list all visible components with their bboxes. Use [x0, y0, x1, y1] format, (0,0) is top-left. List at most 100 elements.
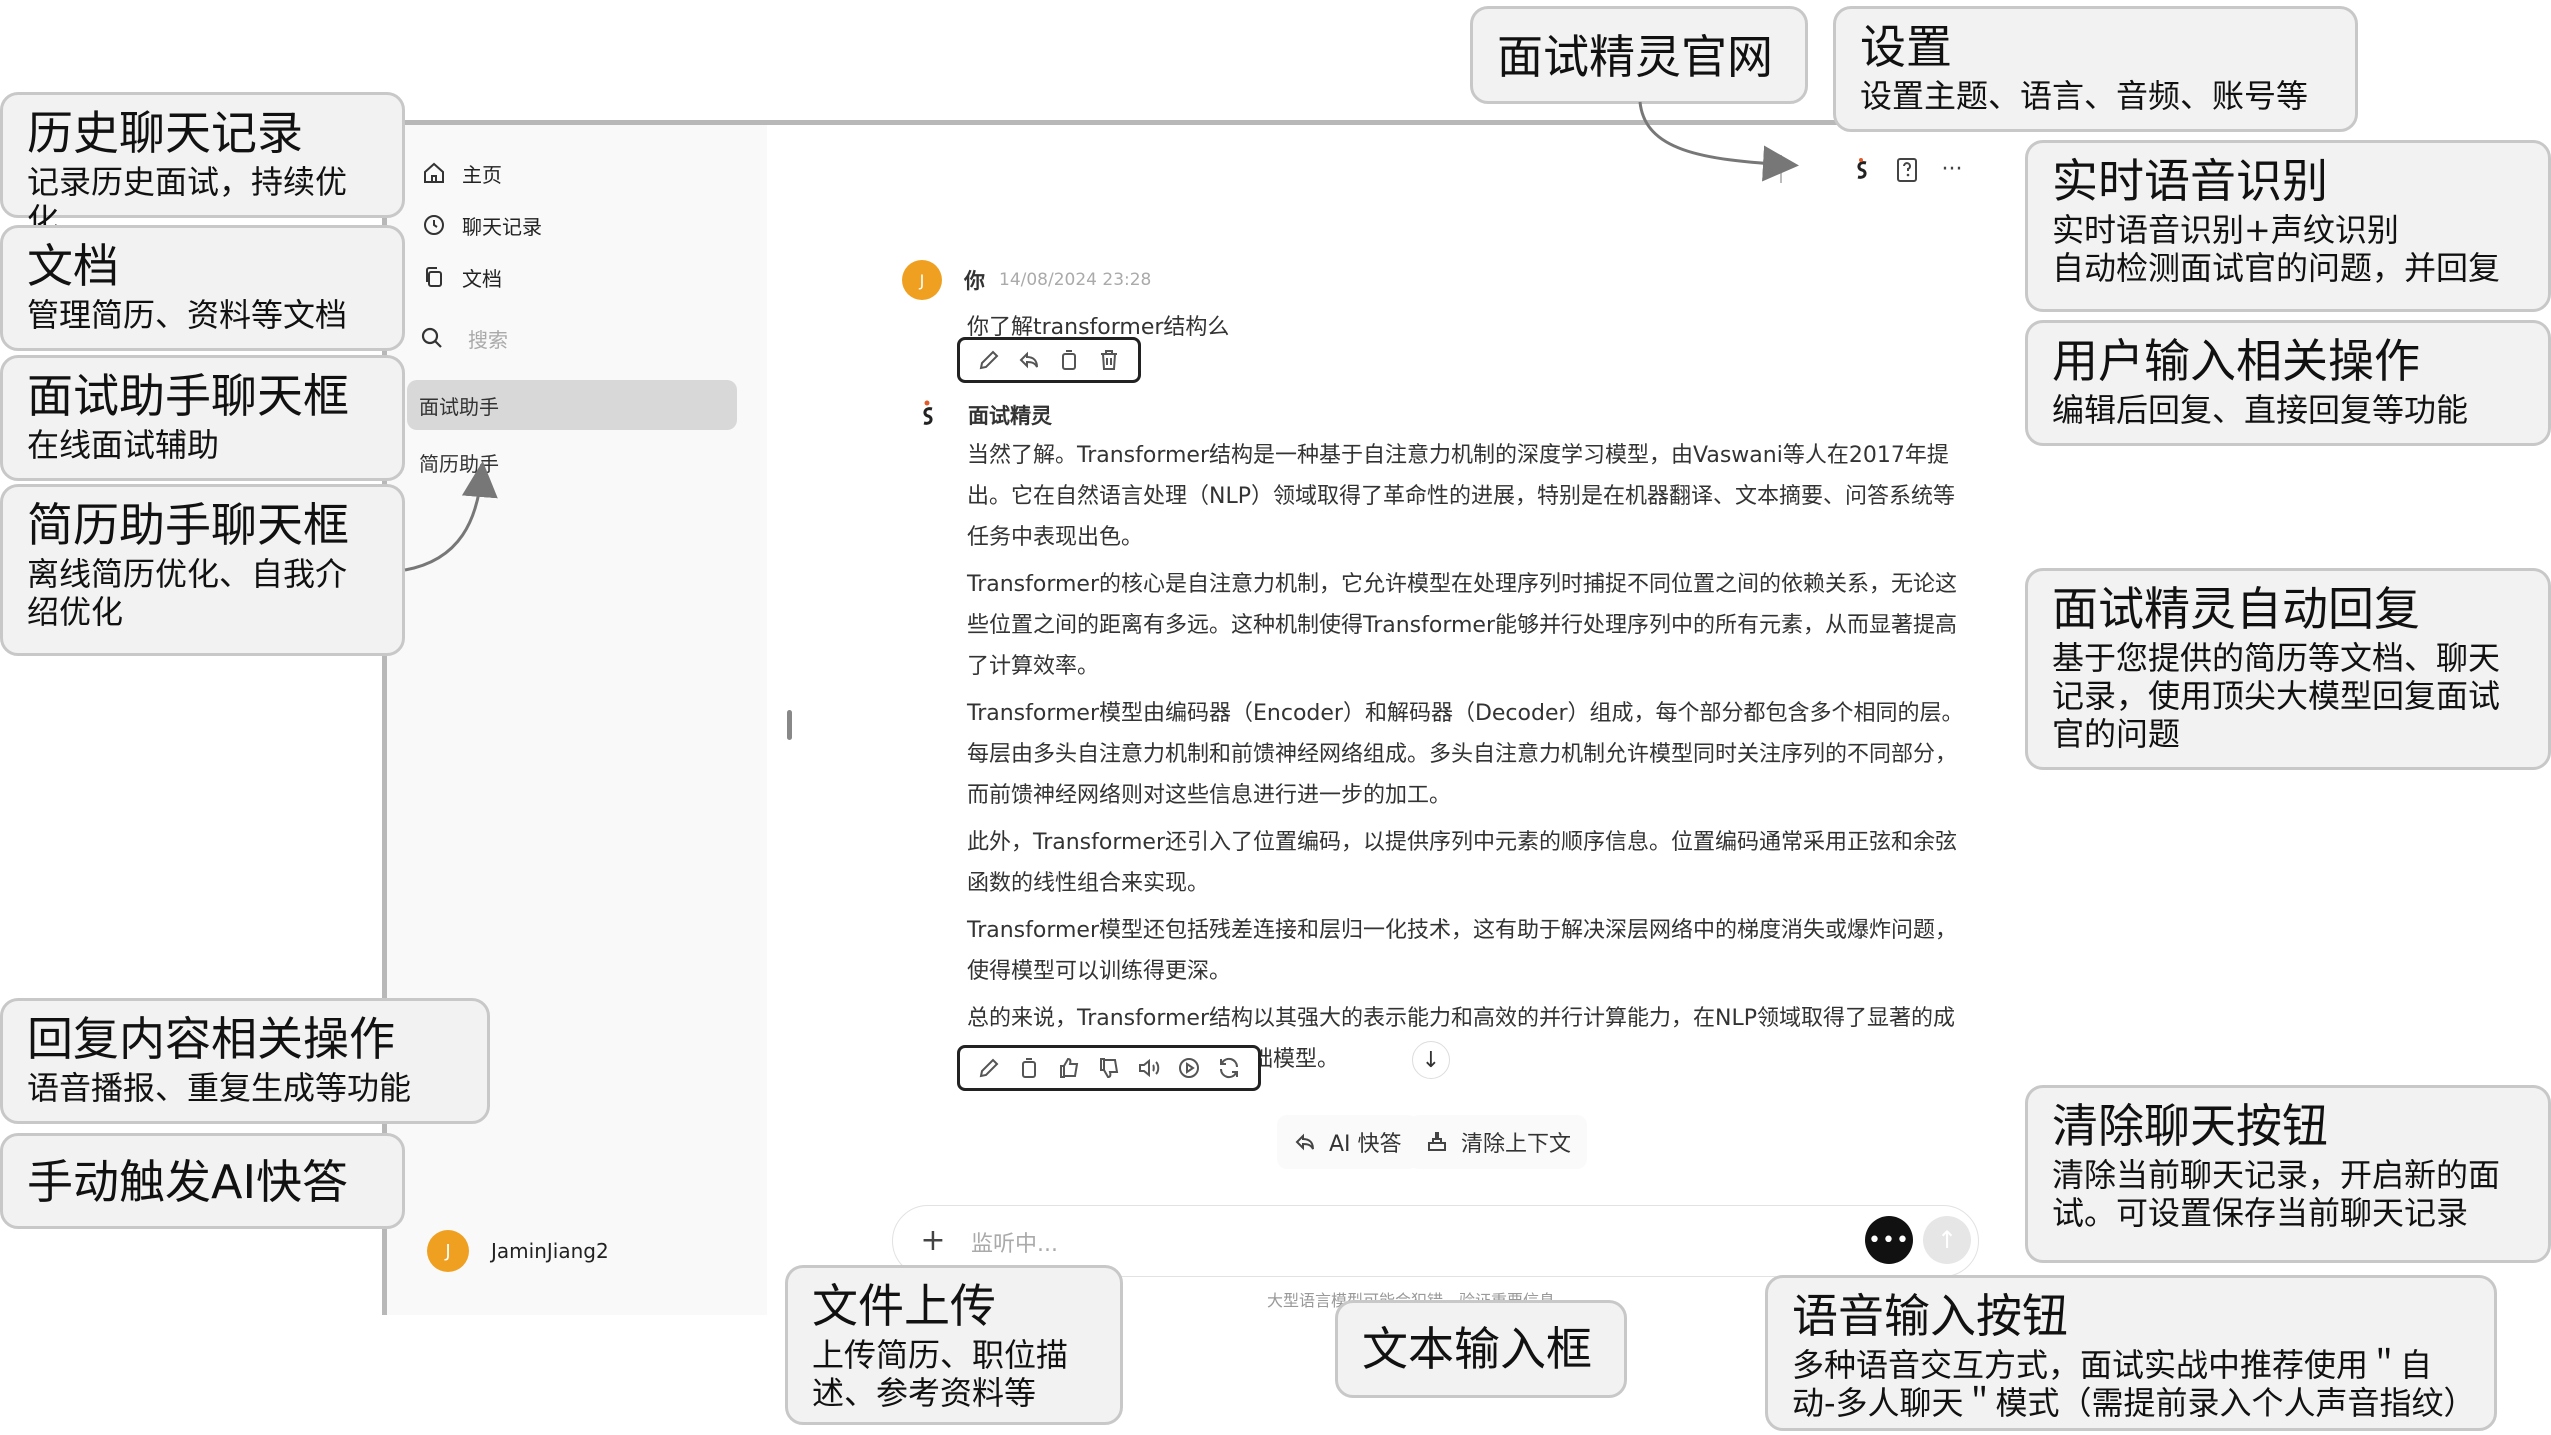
copy-icon[interactable]	[1016, 1055, 1042, 1081]
nav-home[interactable]: 主页	[422, 153, 502, 193]
callout-desc: 上传简历、职位描述、参考资料等	[812, 1336, 1069, 1412]
nav-documents-label: 文档	[462, 266, 502, 291]
regenerate-icon[interactable]	[1216, 1055, 1242, 1081]
chat-entry-resume[interactable]: 简历助手	[407, 437, 737, 487]
search-icon	[421, 327, 442, 348]
reply-paragraph: 此外，Transformer还引入了位置编码，以提供序列中元素的顺序信息。位置编…	[967, 830, 1958, 896]
callout-desc: 管理简历、资料等文档	[27, 296, 348, 334]
callout-title: 手动触发AI快答	[27, 1155, 349, 1209]
edit-icon[interactable]	[976, 1055, 1002, 1081]
assistant-message-actions	[957, 1045, 1261, 1091]
callout-desc: 多种语音交互方式，面试实战中推荐使用＂自动-多人聊天＂模式（需提前录入个人声音指…	[1792, 1346, 2476, 1422]
callout-settings: 设置 设置主题、语言、音频、账号等	[1833, 6, 2358, 132]
callout-desc: 基于您提供的简历等文档、聊天记录，使用顶尖大模型回复面试官的问题	[2052, 639, 2501, 753]
user-message-header: J 你 14/08/2024 23:28	[902, 260, 1151, 300]
avatar: J	[427, 1230, 469, 1272]
callout-desc: 设置主题、语言、音频、账号等	[1860, 77, 2309, 115]
voice-input-button[interactable]: •••	[1865, 1216, 1913, 1264]
sidebar: 主页 聊天记录 文档 搜索 面试助手 简历助手 J JaminJiang2	[387, 125, 767, 1315]
copy-icon[interactable]	[1056, 347, 1082, 373]
callout-history: 历史聊天记录 记录历史面试，持续优化	[0, 92, 405, 239]
callout-website: 面试精灵官网	[1470, 6, 1808, 104]
callout-text-input: 文本输入框	[1335, 1300, 1627, 1398]
callout-title: 文件上传	[812, 1279, 996, 1333]
avatar: J	[902, 260, 942, 300]
message-timestamp: 14/08/2024 23:28	[999, 270, 1152, 290]
sender-name: 面试精灵	[968, 404, 1052, 428]
help-icon[interactable]	[1892, 155, 1922, 185]
clear-context-label: 清除上下文	[1461, 1132, 1572, 1157]
callout-desc: 编辑后回复、直接回复等功能	[2052, 391, 2469, 429]
callout-title: 简历助手聊天框	[27, 498, 349, 552]
callout-title: 用户输入相关操作	[2052, 334, 2420, 388]
reply-paragraph: Transformer模型由编码器（Encoder）和解码器（Decoder）组…	[967, 701, 1964, 808]
reply-icon[interactable]	[1016, 347, 1042, 373]
search-placeholder: 搜索	[468, 327, 508, 352]
chat-entry-label: 简历助手	[419, 451, 499, 476]
callout-title: 文档	[27, 239, 119, 293]
callout-title: 面试精灵官网	[1497, 30, 1773, 84]
callout-desc: 实时语音识别+声纹识别 自动检测面试官的问题，并回复	[2052, 211, 2501, 287]
chat-entry-label: 面试助手	[419, 394, 499, 419]
assistant-logo-icon	[923, 400, 933, 425]
file-upload-button[interactable]: +	[913, 1221, 953, 1261]
chat-entry-interview[interactable]: 面试助手	[407, 380, 737, 430]
callout-title: 实时语音识别	[2052, 154, 2328, 208]
callout-title: 回复内容相关操作	[27, 1012, 395, 1066]
documents-icon	[426, 267, 442, 287]
callout-title: 面试助手聊天框	[27, 369, 349, 423]
thumbs-down-icon[interactable]	[1096, 1055, 1122, 1081]
reply-icon	[1295, 1133, 1314, 1151]
assistant-message-text: 当然了解。Transformer结构是一种基于自注意力机制的深度学习模型，由Va…	[967, 435, 1967, 1086]
user-message-actions	[957, 337, 1141, 383]
header-divider	[1780, 155, 1782, 183]
ai-quick-answer-button[interactable]: AI 快答	[1277, 1115, 1418, 1169]
callout-desc: 在线面试辅助	[27, 426, 220, 464]
speaker-icon[interactable]	[1136, 1055, 1162, 1081]
scroll-to-bottom-button[interactable]: ↓	[1412, 1041, 1450, 1079]
nav-history-label: 聊天记录	[462, 214, 542, 239]
home-icon	[424, 162, 444, 183]
ai-quick-answer-label: AI 快答	[1329, 1132, 1402, 1157]
callout-user-ops: 用户输入相关操作 编辑后回复、直接回复等功能	[2025, 320, 2551, 446]
callout-desc: 语音播报、重复生成等功能	[27, 1069, 412, 1107]
callout-title: 清除聊天按钮	[2052, 1099, 2328, 1153]
play-icon[interactable]	[1176, 1055, 1202, 1081]
delete-icon[interactable]	[1096, 347, 1122, 373]
callout-reply-ops: 回复内容相关操作 语音播报、重复生成等功能	[0, 998, 490, 1124]
reply-paragraph: Transformer的核心是自注意力机制，它允许模型在处理序列时捕捉不同位置之…	[967, 572, 1958, 679]
nav-history[interactable]: 聊天记录	[422, 205, 542, 245]
reply-paragraph: 当然了解。Transformer结构是一种基于自注意力机制的深度学习模型，由Va…	[967, 443, 1955, 550]
callout-file-upload: 文件上传 上传简历、职位描述、参考资料等	[785, 1265, 1123, 1425]
app-window: 主页 聊天记录 文档 搜索 面试助手 简历助手 J JaminJiang2 ··…	[382, 120, 1997, 1315]
thumbs-up-icon[interactable]	[1056, 1055, 1082, 1081]
callout-clear-chat: 清除聊天按钮 清除当前聊天记录，开启新的面试。可设置保存当前聊天记录	[2025, 1085, 2551, 1263]
callout-resume-chat: 简历助手聊天框 离线简历优化、自我介绍优化	[0, 484, 405, 656]
callout-interview-chat: 面试助手聊天框 在线面试辅助	[0, 355, 405, 481]
callout-desc: 清除当前聊天记录，开启新的面试。可设置保存当前聊天记录	[2052, 1156, 2501, 1232]
clear-context-button[interactable]: 清除上下文	[1409, 1115, 1588, 1169]
nav-documents[interactable]: 文档	[422, 257, 502, 297]
user-profile[interactable]: J JaminJiang2	[427, 1230, 609, 1272]
sender-name: 你	[964, 269, 985, 293]
callout-title: 设置	[1860, 20, 1952, 74]
search-input[interactable]: 搜索	[412, 313, 742, 363]
edit-icon[interactable]	[976, 347, 1002, 373]
send-button[interactable]: ↑	[1923, 1216, 1971, 1264]
callout-manual-ai: 手动触发AI快答	[0, 1133, 405, 1229]
more-icon[interactable]: ···	[1937, 155, 1967, 185]
callout-title: 历史聊天记录	[27, 106, 303, 160]
nav-home-label: 主页	[462, 162, 502, 187]
sidebar-resize-handle[interactable]	[787, 710, 792, 740]
callout-voice-input: 语音输入按钮 多种语音交互方式，面试实战中推荐使用＂自动-多人聊天＂模式（需提前…	[1765, 1275, 2497, 1431]
username: JaminJiang2	[491, 1239, 609, 1263]
callout-title: 文本输入框	[1362, 1322, 1592, 1376]
callout-auto-reply: 面试精灵自动回复 基于您提供的简历等文档、聊天记录，使用顶尖大模型回复面试官的问…	[2025, 568, 2551, 770]
reply-paragraph: Transformer模型还包括残差连接和层归一化技术，这有助于解决深层网络中的…	[967, 918, 1958, 984]
callout-desc: 离线简历优化、自我介绍优化	[27, 555, 348, 631]
assistant-message-header: 面试精灵	[912, 395, 1052, 435]
text-input[interactable]: 监听中...	[971, 1226, 1058, 1258]
logo-icon[interactable]	[1847, 155, 1877, 185]
history-icon	[424, 215, 444, 235]
callout-title: 面试精灵自动回复	[2052, 582, 2420, 636]
